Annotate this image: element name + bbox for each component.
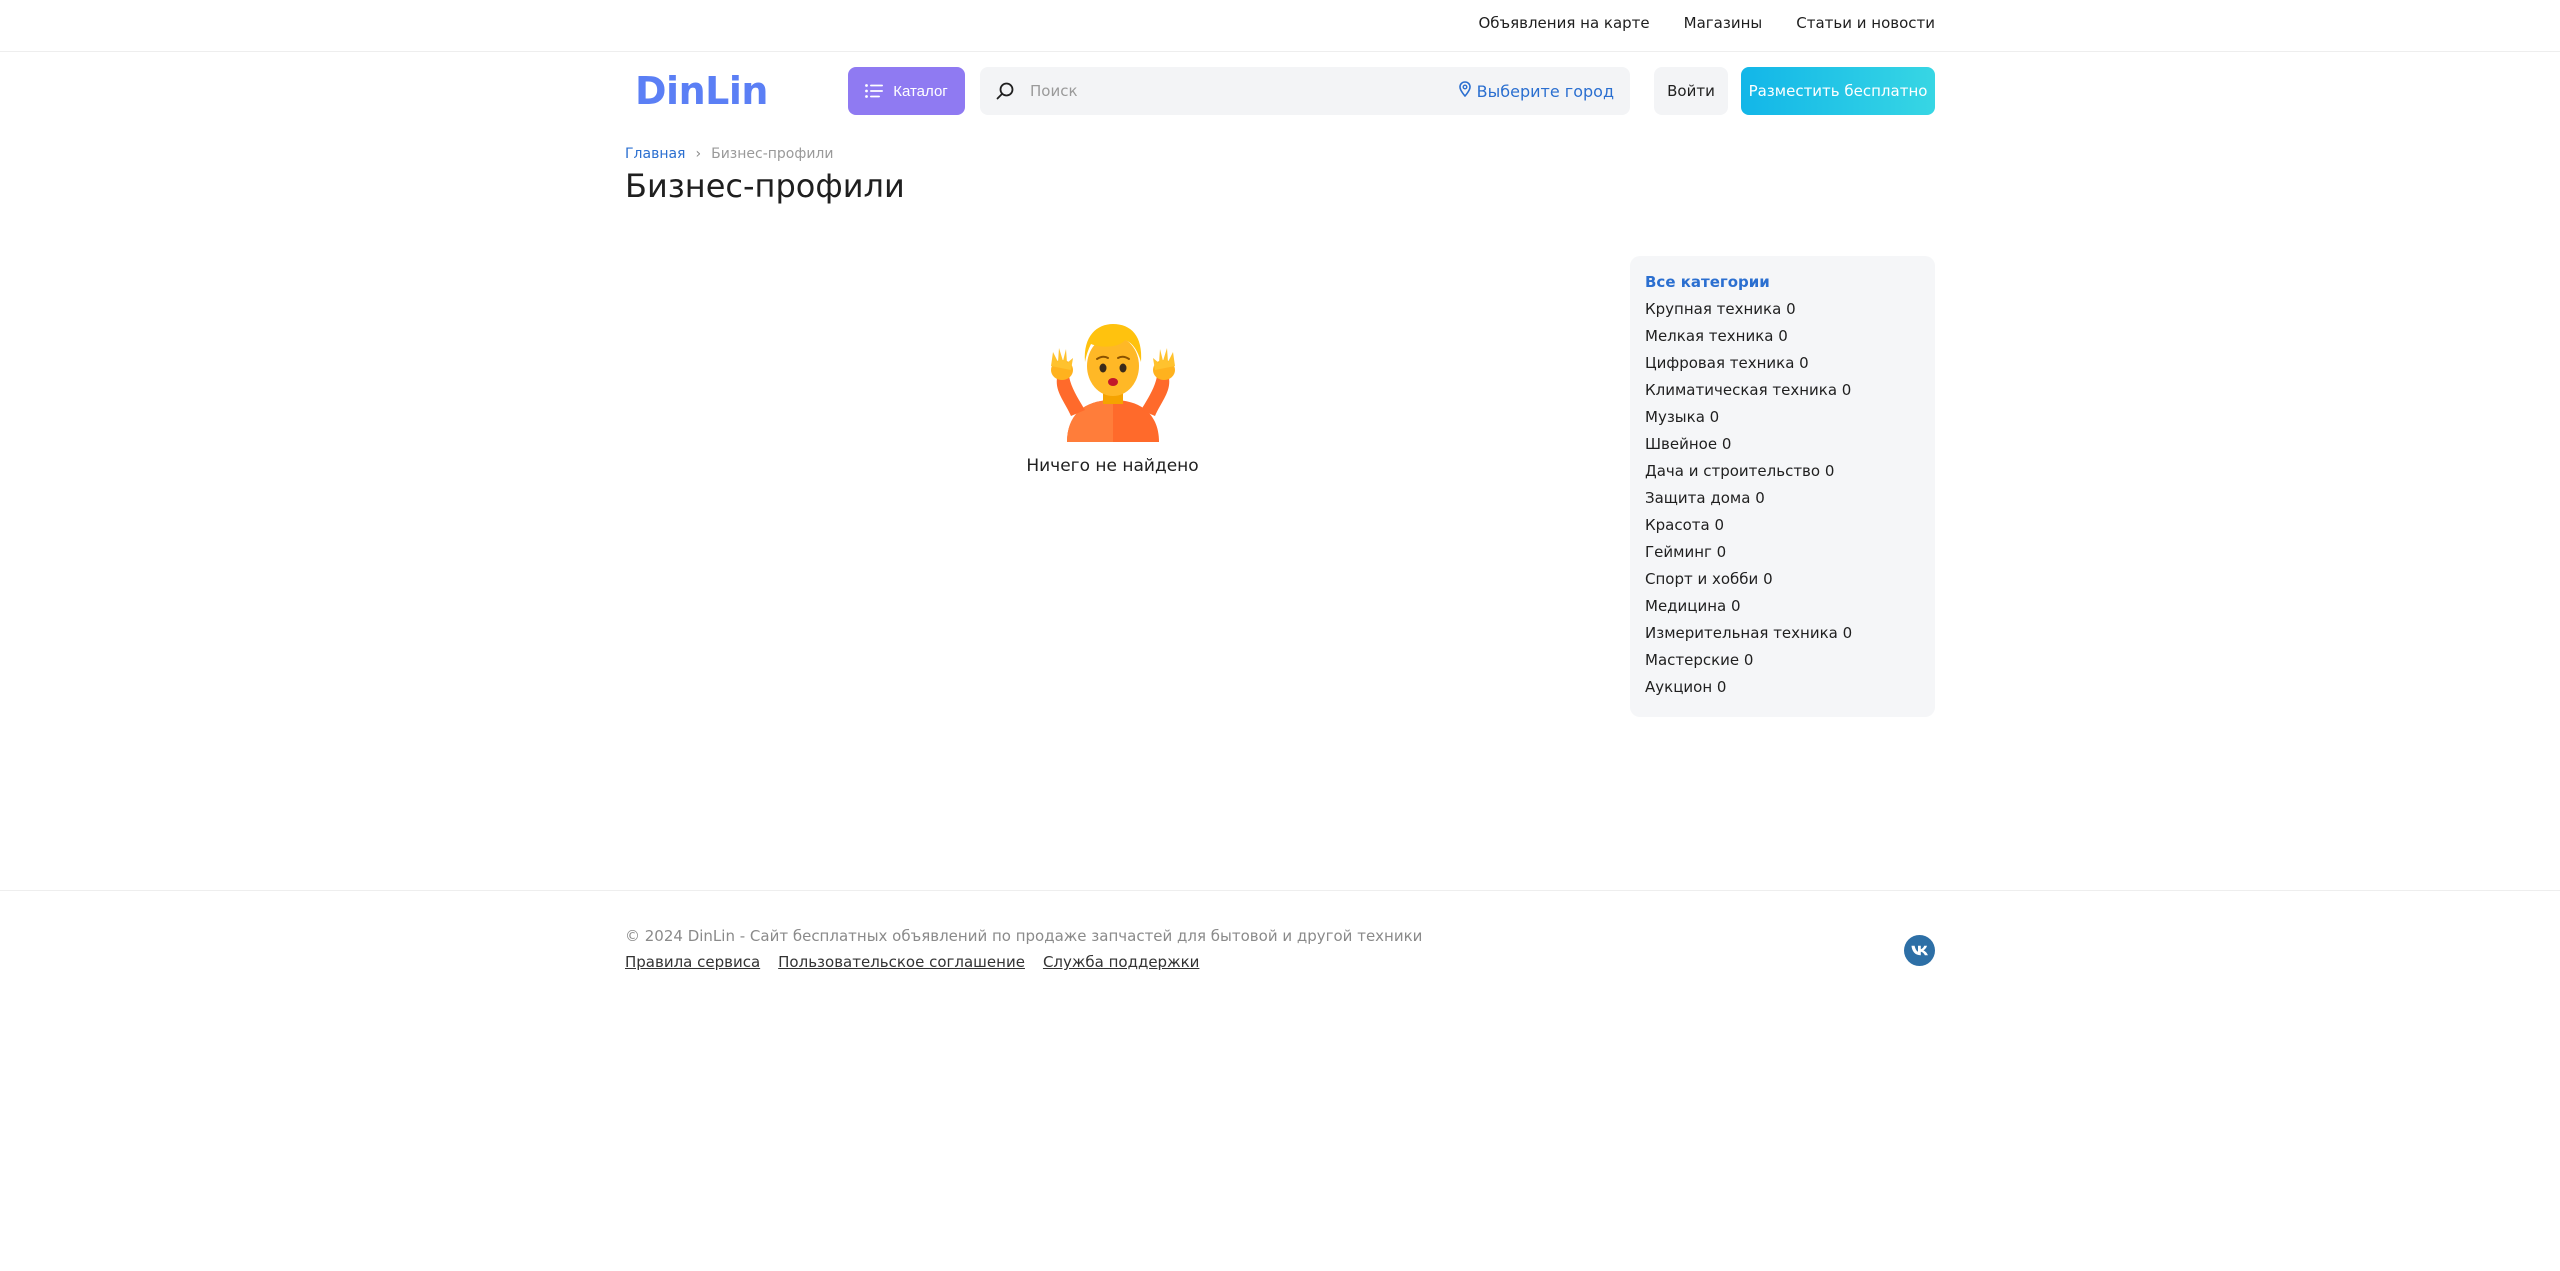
shrugging-person-icon [1050,324,1175,442]
top-nav: Объявления на карте Магазины Статьи и но… [1478,14,1935,32]
catalog-label: Каталог [893,82,948,100]
empty-state-text: Ничего не найдено [1026,456,1199,476]
search-box: Выберите город [980,67,1630,115]
category-item[interactable]: Аукцион 0 [1645,677,1920,704]
category-item[interactable]: Крупная техника 0 [1645,299,1920,326]
category-item[interactable]: Медицина 0 [1645,596,1920,623]
nav-articles-link[interactable]: Статьи и новости [1796,14,1935,32]
nav-shops-link[interactable]: Магазины [1684,14,1763,32]
catalog-button[interactable]: Каталог [848,67,965,115]
vk-icon[interactable] [1904,935,1935,966]
category-item[interactable]: Цифровая техника 0 [1645,353,1920,380]
search-icon [996,82,1014,100]
category-item[interactable]: Швейное 0 [1645,434,1920,461]
category-item[interactable]: Дача и строительство 0 [1645,461,1920,488]
categories-panel: Все категории Крупная техника 0 Мелкая т… [1630,256,1935,717]
breadcrumb-separator: › [695,146,702,162]
category-all[interactable]: Все категории [1645,272,1920,299]
category-item[interactable]: Мастерские 0 [1645,650,1920,677]
footer-agreement-link[interactable]: Пользовательское соглашение [778,953,1025,971]
breadcrumb-current: Бизнес-профили [711,146,834,162]
breadcrumb: Главная › Бизнес-профили [625,146,833,162]
category-item[interactable]: Гейминг 0 [1645,542,1920,569]
list-icon [865,84,884,98]
nav-map-ads-link[interactable]: Объявления на карте [1478,14,1649,32]
footer-copyright: © 2024 DinLin - Сайт бесплатных объявлен… [625,927,1423,945]
empty-state: Ничего не найдено [1000,318,1225,476]
logo[interactable]: DinLin [635,67,768,115]
footer-support-link[interactable]: Служба поддержки [1043,953,1199,971]
category-item[interactable]: Музыка 0 [1645,407,1920,434]
footer-divider [0,890,2560,891]
location-pin-icon [1458,81,1471,101]
category-item[interactable]: Красота 0 [1645,515,1920,542]
city-label: Выберите город [1476,81,1614,101]
category-item[interactable]: Климатическая техника 0 [1645,380,1920,407]
category-item[interactable]: Измерительная техника 0 [1645,623,1920,650]
footer-links: Правила сервиса Пользовательское соглаше… [625,953,1199,971]
post-ad-button[interactable]: Разместить бесплатно [1741,67,1935,115]
login-button[interactable]: Войти [1654,67,1728,115]
page-title: Бизнес-профили [625,167,905,205]
search-input[interactable] [1030,67,1430,115]
header: DinLin Каталог Поиск Выберите город Войт… [625,67,1935,115]
top-bar: Объявления на карте Магазины Статьи и но… [0,0,2560,52]
category-item[interactable]: Спорт и хобби 0 [1645,569,1920,596]
footer-rules-link[interactable]: Правила сервиса [625,953,760,971]
category-item[interactable]: Мелкая техника 0 [1645,326,1920,353]
breadcrumb-home-link[interactable]: Главная [625,146,685,162]
city-selector[interactable]: Выберите город [1458,67,1614,115]
category-item[interactable]: Защита дома 0 [1645,488,1920,515]
